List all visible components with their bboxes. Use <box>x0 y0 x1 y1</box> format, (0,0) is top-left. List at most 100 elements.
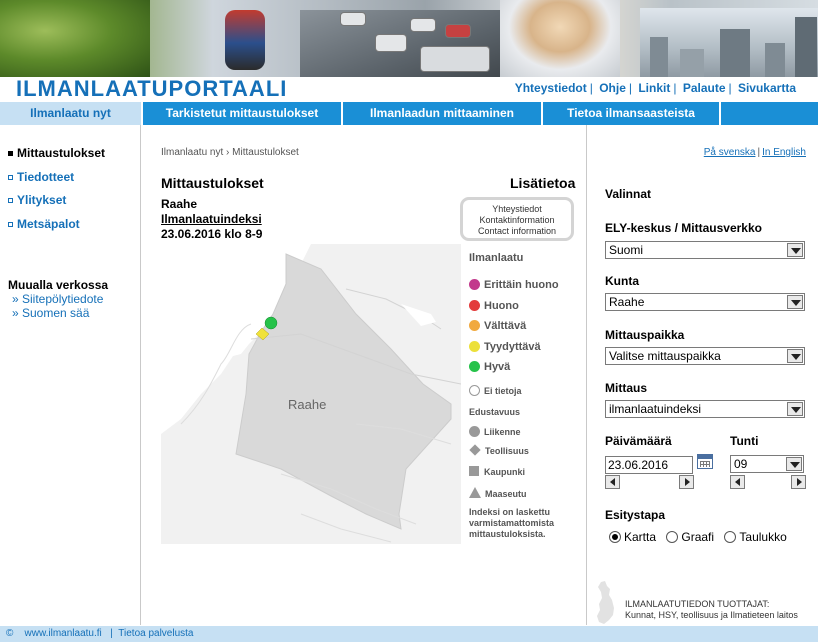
sidebar-item-metsapalot[interactable]: Metsäpalot <box>8 217 80 231</box>
legend-huono: Huono <box>469 300 519 312</box>
link-ohje[interactable]: Ohje <box>599 81 626 95</box>
legend-teollisuus: Teollisuus <box>469 444 529 456</box>
radio-label: Taulukko <box>739 530 787 544</box>
date-label: Päivämäärä <box>605 434 672 448</box>
bullet-icon <box>8 198 13 204</box>
link-yhteystiedot[interactable]: Yhteystiedot <box>515 81 587 95</box>
date-next-button[interactable] <box>679 475 694 489</box>
air-quality-map[interactable]: Raahe <box>161 244 461 544</box>
mittauspaikka-select-value: Valitse mittauspaikka <box>609 349 721 363</box>
bullet-icon <box>8 151 13 157</box>
tab-ilmanlaadun-mittaaminen[interactable]: Ilmanlaadun mittaaminen <box>343 102 543 125</box>
footer-about-link[interactable]: Tietoa palvelusta <box>118 628 193 639</box>
legend-maaseutu: Maaseutu <box>469 487 527 499</box>
sidebar-section-title: Muualla verkossa <box>8 278 109 292</box>
station-marker-good[interactable] <box>264 316 278 330</box>
panel-title: Valinnat <box>605 187 652 201</box>
chevron-down-icon <box>787 349 803 363</box>
selection-panel: Valinnat ELY-keskus / Mittausverkko Suom… <box>586 125 818 625</box>
footer: © www.ilmanlaatu.fi | Tietoa palvelusta <box>0 626 818 642</box>
sidebar-item-label: Metsäpalot <box>17 217 80 231</box>
link-sivukartta[interactable]: Sivukartta <box>738 81 796 95</box>
legend-kaupunki: Kaupunki <box>469 466 525 477</box>
empty-dot-icon <box>469 385 480 396</box>
legend-label: Huono <box>484 300 519 312</box>
legend-title: Ilmanlaatu <box>469 252 524 264</box>
chevron-down-icon <box>786 457 802 471</box>
left-sidebar: Mittaustulokset Tiedotteet Ylitykset Met… <box>0 125 141 625</box>
mittaus-select[interactable]: ilmanlaatuindeksi <box>605 400 805 418</box>
date-prev-button[interactable] <box>605 475 620 489</box>
link-suomen-saa[interactable]: » Suomen sää <box>12 306 89 320</box>
more-info-title: Lisätietoa <box>510 175 576 191</box>
chevron-down-icon <box>787 243 803 257</box>
copyright-icon: © <box>6 628 14 639</box>
hour-select[interactable]: 09 <box>730 455 804 473</box>
legend-label: Liikenne <box>484 427 521 437</box>
datetime-label: 23.06.2016 klo 8-9 <box>161 227 263 241</box>
green-dot-icon <box>469 361 480 372</box>
link-palaute[interactable]: Palaute <box>683 81 726 95</box>
contact-en: Contact information <box>477 226 557 236</box>
legend-erittain-huono: Erittäin huono <box>469 279 559 291</box>
ely-label: ELY-keskus / Mittausverkko <box>605 221 762 235</box>
footer-site-link[interactable]: www.ilmanlaatu.fi <box>25 628 102 639</box>
radio-taulukko[interactable]: Taulukko <box>724 530 787 544</box>
tab-tarkistetut-mittaustulokset[interactable]: Tarkistetut mittaustulokset <box>143 102 343 125</box>
header-banner-image <box>0 0 818 77</box>
map-city-label: Raahe <box>288 397 327 412</box>
sidebar-item-ylitykset[interactable]: Ylitykset <box>8 193 66 207</box>
legend-tyydyttava: Tyydyttävä <box>469 341 541 353</box>
radio-kartta[interactable]: Kartta <box>609 530 656 544</box>
bullet-icon <box>8 175 13 181</box>
producers-title: ILMANLAATUTIEDON TUOTTAJAT: <box>625 599 770 609</box>
date-field[interactable]: 23.06.2016 <box>605 456 693 474</box>
link-siitepolytiedote[interactable]: » Siitepölytiedote <box>12 292 103 306</box>
kunta-label: Kunta <box>605 274 639 288</box>
kunta-select[interactable]: Raahe <box>605 293 805 311</box>
legend-label: Välttävä <box>484 320 527 332</box>
hour-prev-button[interactable] <box>730 475 745 489</box>
circle-icon <box>469 426 480 437</box>
radio-graafi[interactable]: Graafi <box>666 530 714 544</box>
legend-label: Erittäin huono <box>484 279 559 291</box>
contact-sv: Kontaktinformation <box>479 215 555 225</box>
index-link[interactable]: Ilmanlaatuindeksi <box>161 212 262 227</box>
display-style-options: Kartta Graafi Taulukko <box>609 530 794 544</box>
data-producers: ILMANLAATUTIEDON TUOTTAJAT: Kunnat, HSY,… <box>625 599 798 621</box>
tab-ilmanlaatu-nyt[interactable]: Ilmanlaatu nyt <box>0 102 143 125</box>
sidebar-item-mittaustulokset[interactable]: Mittaustulokset <box>8 146 105 160</box>
square-icon <box>469 466 479 476</box>
calendar-icon[interactable] <box>697 454 713 469</box>
radio-icon <box>666 531 679 543</box>
top-links: Yhteystiedot | Ohje | Linkit | Palaute | Siv… <box>514 81 796 95</box>
legend-label: Teollisuus <box>485 446 529 456</box>
breadcrumb[interactable]: Ilmanlaatu nyt › Mittaustulokset <box>161 147 299 158</box>
yellow-dot-icon <box>469 341 480 352</box>
mittauspaikka-select[interactable]: Valitse mittauspaikka <box>605 347 805 365</box>
contact-info-button[interactable]: Yhteystiedot Kontaktinformation Contact … <box>460 197 574 241</box>
contact-fi: Yhteystiedot <box>492 204 542 214</box>
ely-select-value: Suomi <box>609 243 644 257</box>
location-info: Raahe Ilmanlaatuindeksi 23.06.2016 klo 8… <box>161 197 262 242</box>
map-svg <box>161 244 461 544</box>
ely-select[interactable]: Suomi <box>605 241 805 259</box>
radio-icon <box>724 531 737 543</box>
magenta-dot-icon <box>469 279 480 290</box>
bullet-icon <box>8 222 13 228</box>
site-title[interactable]: ILMANLAATUPORTAALI <box>16 76 287 102</box>
mittauspaikka-label: Mittauspaikka <box>605 328 685 342</box>
main-nav: Ilmanlaatu nyt Tarkistetut mittaustuloks… <box>0 102 818 125</box>
radio-selected-icon <box>609 531 621 543</box>
legend-label: Ei tietoja <box>484 386 522 396</box>
sidebar-item-tiedotteet[interactable]: Tiedotteet <box>8 170 74 184</box>
orange-dot-icon <box>469 320 480 331</box>
diamond-icon <box>469 444 481 456</box>
legend-label: Maaseutu <box>485 489 527 499</box>
tab-tietoa-ilmansaasteista[interactable]: Tietoa ilmansaasteista <box>543 102 721 125</box>
red-dot-icon <box>469 300 480 311</box>
sidebar-item-label: Tiedotteet <box>17 170 75 184</box>
mittaus-label: Mittaus <box>605 381 647 395</box>
hour-next-button[interactable] <box>791 475 806 489</box>
link-linkit[interactable]: Linkit <box>638 81 670 95</box>
